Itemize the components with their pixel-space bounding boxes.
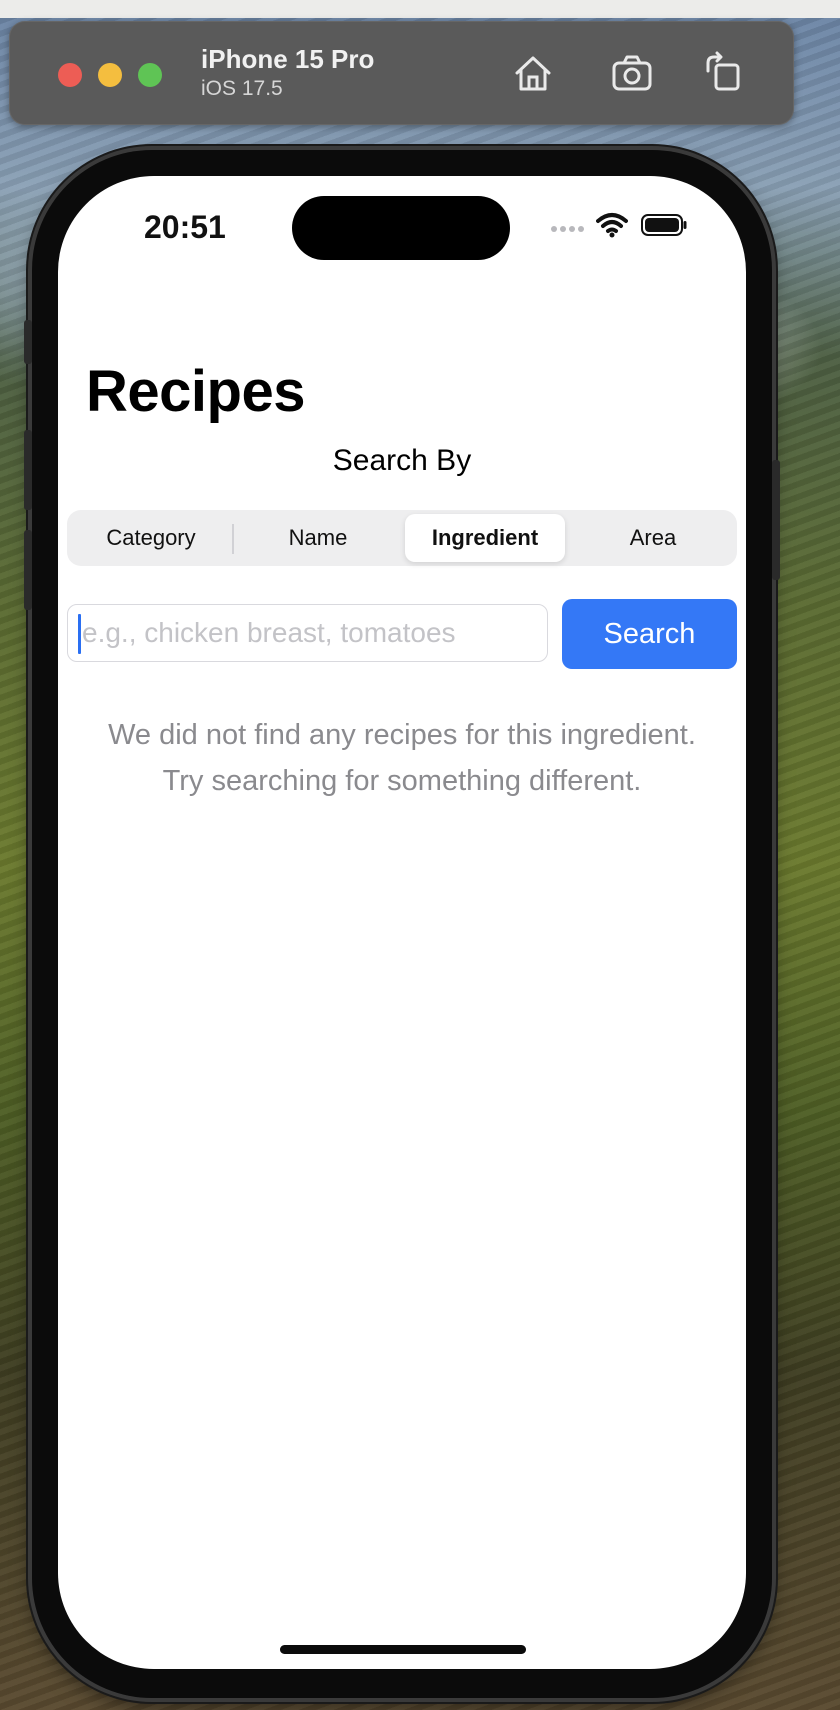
segment-category[interactable]: Category xyxy=(71,514,231,562)
search-mode-segmented-control[interactable]: Category Name Ingredient Area xyxy=(67,510,737,566)
page-title: Recipes xyxy=(86,359,305,424)
empty-state-line-2: Try searching for something different. xyxy=(162,765,642,797)
phone-screen: 20:51 Recipes Search By Category Name In… xyxy=(58,176,746,1669)
screenshot-icon[interactable] xyxy=(610,51,654,95)
cellular-signal-icon xyxy=(550,220,586,232)
device-os-version: iOS 17.5 xyxy=(201,77,283,100)
wifi-icon xyxy=(596,212,628,238)
segment-name[interactable]: Name xyxy=(238,514,398,562)
volume-down-button[interactable] xyxy=(24,530,32,610)
volume-up-button[interactable] xyxy=(24,430,32,510)
search-button[interactable]: Search xyxy=(562,599,737,669)
ingredient-search-input[interactable] xyxy=(67,604,548,662)
home-icon[interactable] xyxy=(511,51,555,95)
minimize-window-button[interactable] xyxy=(98,63,122,87)
zoom-window-button[interactable] xyxy=(138,63,162,87)
empty-state-message: We did not find any recipes for this ing… xyxy=(58,712,746,804)
simulator-toolbar: iPhone 15 Pro iOS 17.5 xyxy=(9,21,794,125)
segment-ingredient[interactable]: Ingredient xyxy=(405,514,565,562)
power-button[interactable] xyxy=(772,460,780,580)
segment-area[interactable]: Area xyxy=(573,514,733,562)
search-by-label: Search By xyxy=(332,444,472,477)
desktop-menu-strip xyxy=(0,0,840,18)
dynamic-island xyxy=(292,196,510,260)
rotate-icon[interactable] xyxy=(702,51,746,95)
close-window-button[interactable] xyxy=(58,63,82,87)
action-button[interactable] xyxy=(24,320,32,364)
status-time: 20:51 xyxy=(144,209,226,245)
empty-state-line-1: We did not find any recipes for this ing… xyxy=(108,719,696,751)
battery-icon xyxy=(641,214,687,236)
segment-divider xyxy=(232,524,234,554)
text-cursor xyxy=(78,614,81,654)
device-name: iPhone 15 Pro xyxy=(201,44,375,74)
home-indicator[interactable] xyxy=(280,1645,526,1654)
